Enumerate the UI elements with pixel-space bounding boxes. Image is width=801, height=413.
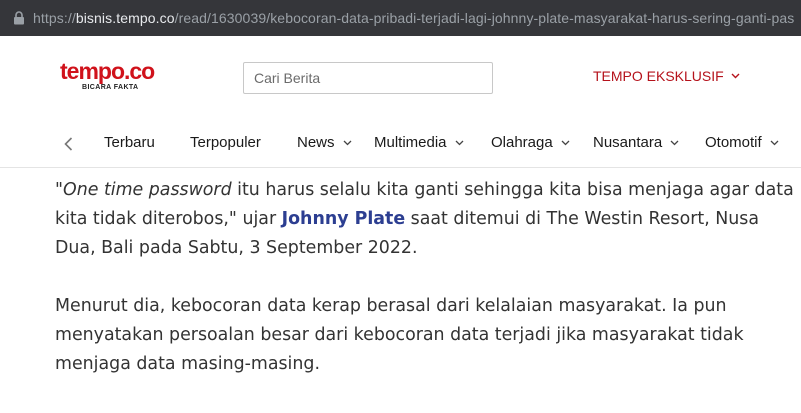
nav-item-label: Multimedia: [374, 134, 447, 151]
chevron-down-icon: [731, 73, 740, 79]
url-host: bisnis.tempo.co: [75, 10, 175, 26]
article-paragraph: "One time password itu harus selalu kita…: [55, 176, 795, 263]
tempo-eksklusif-menu[interactable]: TEMPO EKSKLUSIF: [593, 68, 740, 84]
logo-wordmark: tempo.co: [60, 58, 155, 84]
italic-term: One time password: [63, 180, 232, 200]
chevron-down-icon: [770, 140, 779, 146]
chevron-down-icon: [343, 140, 352, 146]
article-paragraph: Menurut dia, kebocoran data kerap berasa…: [55, 296, 744, 374]
search-input[interactable]: [243, 62, 493, 94]
url-path: /read/1630039/kebocoran-data-pribadi-ter…: [174, 10, 795, 26]
nav-item-nusantara[interactable]: Nusantara: [593, 134, 679, 151]
nav-item-label: Terpopuler: [190, 134, 261, 151]
url-text[interactable]: https://bisnis.tempo.co/read/1630039/keb…: [33, 10, 794, 26]
open-quote: ": [55, 180, 63, 200]
nav-item-news[interactable]: News: [297, 134, 352, 151]
chevron-down-icon: [455, 140, 464, 146]
nav-item-terbaru[interactable]: Terbaru: [104, 134, 155, 151]
nav-item-label: Olahraga: [491, 134, 553, 151]
nav-item-terpopuler[interactable]: Terpopuler: [190, 134, 261, 151]
nav-item-label: Nusantara: [593, 134, 663, 151]
lock-icon[interactable]: [9, 8, 29, 28]
browser-address-bar[interactable]: https://bisnis.tempo.co/read/1630039/keb…: [0, 0, 801, 36]
nav-item-olahraga[interactable]: Olahraga: [491, 134, 570, 151]
article-body: "One time password itu harus selalu kita…: [55, 176, 795, 379]
nav-item-label: Terbaru: [104, 134, 155, 151]
site-header: tempo.co BICARA FAKTA TEMPO EKSKLUSIF: [0, 36, 801, 120]
chevron-left-icon[interactable]: [60, 134, 76, 154]
chevron-down-icon: [561, 140, 570, 146]
person-link[interactable]: Johnny Plate: [282, 209, 406, 229]
nav-item-label: Otomotif: [705, 134, 762, 151]
nav-item-label: News: [297, 134, 335, 151]
main-navigation: Terbaru Terpopuler News Multimedia Olahr…: [0, 120, 801, 168]
logo-tagline: BICARA FAKTA: [82, 84, 139, 91]
tempo-logo[interactable]: tempo.co BICARA FAKTA: [60, 59, 170, 99]
tempo-eksklusif-label: TEMPO EKSKLUSIF: [593, 68, 724, 84]
url-scheme: https://: [33, 10, 76, 26]
nav-item-otomotif[interactable]: Otomotif: [705, 134, 779, 151]
chevron-down-icon: [670, 140, 679, 146]
nav-item-multimedia[interactable]: Multimedia: [374, 134, 464, 151]
